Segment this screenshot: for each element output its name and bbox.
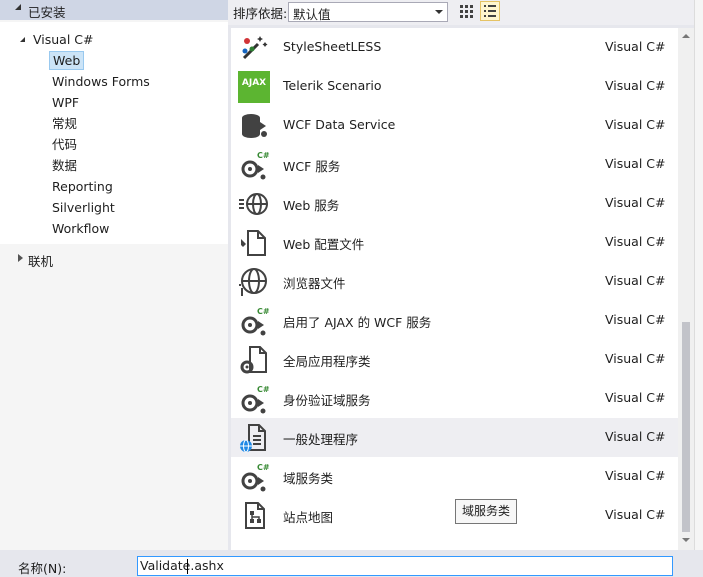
item-name: Web 服务 xyxy=(283,198,340,213)
item-language: Visual C# xyxy=(605,156,666,171)
data-service-icon xyxy=(242,114,267,138)
tree-item-reporting[interactable]: Reporting xyxy=(52,177,113,197)
svg-text:C#: C# xyxy=(257,385,270,394)
wcf-service-icon: C# xyxy=(241,151,270,180)
list-view-icon xyxy=(484,5,496,17)
item-name: 站点地图 xyxy=(283,510,334,525)
item-language: Visual C# xyxy=(605,351,666,366)
item-name: 全局应用程序类 xyxy=(283,354,371,369)
item-language: Visual C# xyxy=(605,39,666,54)
svg-text:AJAX: AJAX xyxy=(242,78,266,88)
collapse-arrow-icon[interactable] xyxy=(15,4,21,10)
svg-text:C#: C# xyxy=(257,307,270,316)
scroll-up-arrow-icon[interactable] xyxy=(682,34,690,38)
global-app-class-icon xyxy=(240,346,267,374)
item-name: WCF Data Service xyxy=(283,117,396,132)
list-item[interactable]: Web 服务 Visual C# xyxy=(231,184,678,223)
item-language: Visual C# xyxy=(605,429,666,444)
tree-item-windows-forms[interactable]: Windows Forms xyxy=(52,72,150,92)
expand-closed-arrow-icon[interactable] xyxy=(18,254,23,262)
tree-item-online[interactable]: 联机 xyxy=(0,247,228,271)
list-item[interactable]: Web 配置文件 Visual C# xyxy=(231,223,678,262)
name-input[interactable]: Validate.ashx xyxy=(137,556,673,576)
list-item[interactable]: C# 身份验证域服务 Visual C# xyxy=(231,379,678,418)
item-language: Visual C# xyxy=(605,234,666,249)
item-language: Visual C# xyxy=(605,273,666,288)
item-name: Web 配置文件 xyxy=(283,237,365,252)
dropdown-arrow-icon xyxy=(435,10,443,14)
svg-text:C#: C# xyxy=(257,463,270,472)
toolbar: 排序依据: 默认值 xyxy=(228,0,703,25)
template-list: StyleSheetLESS Visual C# AJAX Telerik Sc… xyxy=(231,28,678,550)
item-name: Telerik Scenario xyxy=(283,78,382,93)
item-name: 身份验证域服务 xyxy=(283,393,371,408)
list-item[interactable]: C# WCF 服务 Visual C# xyxy=(231,145,678,184)
auth-domain-service-icon: C# xyxy=(241,385,270,414)
list-item[interactable]: C# 启用了 AJAX 的 WCF 服务 Visual C# xyxy=(231,301,678,340)
generic-handler-icon xyxy=(240,424,266,453)
name-label: 名称(N): xyxy=(18,561,67,576)
item-language: Visual C# xyxy=(605,195,666,210)
item-name: 一般处理程序 xyxy=(283,432,359,447)
tree-item-web[interactable]: Web xyxy=(49,51,85,71)
tree-item-visual-csharp[interactable]: Visual C# xyxy=(33,30,94,50)
item-language: Visual C# xyxy=(605,390,666,405)
sort-select[interactable]: 默认值 xyxy=(288,2,448,22)
grid-view-icon xyxy=(460,5,473,18)
installed-header[interactable]: 已安装 xyxy=(0,0,228,20)
left-pane: 已安装 Visual C# Web Windows Forms WPF 常规 代… xyxy=(0,0,228,550)
item-language: Visual C# xyxy=(605,507,666,522)
ajax-icon: AJAX xyxy=(238,71,270,103)
item-name: WCF 服务 xyxy=(283,159,341,174)
tooltip: 域服务类 xyxy=(455,499,517,524)
tree-item-silverlight[interactable]: Silverlight xyxy=(52,198,115,218)
details-pane-edge xyxy=(694,0,703,550)
ajax-wcf-service-icon: C# xyxy=(241,307,270,336)
item-name: 浏览器文件 xyxy=(283,276,346,291)
scroll-thumb[interactable] xyxy=(682,322,690,532)
tree-item-wpf[interactable]: WPF xyxy=(52,93,79,113)
scroll-down-arrow-icon[interactable] xyxy=(682,538,690,542)
web-config-icon xyxy=(241,230,266,256)
text-caret xyxy=(187,559,188,574)
tree-item-workflow[interactable]: Workflow xyxy=(52,219,109,239)
list-item[interactable]: 全局应用程序类 Visual C# xyxy=(231,340,678,379)
browser-file-icon xyxy=(239,268,267,296)
list-item[interactable]: WCF Data Service Visual C# xyxy=(231,106,678,145)
stylesheet-less-icon xyxy=(242,36,268,60)
list-view-button[interactable] xyxy=(480,1,500,21)
installed-header-label: 已安装 xyxy=(28,5,66,20)
grid-view-button[interactable] xyxy=(457,1,476,21)
tree-item-data[interactable]: 数据 xyxy=(52,156,77,176)
item-language: Visual C# xyxy=(605,312,666,327)
sort-label: 排序依据: xyxy=(233,6,288,21)
name-input-value: Validate.ashx xyxy=(140,558,224,573)
list-item[interactable]: AJAX Telerik Scenario Visual C# xyxy=(231,67,678,106)
item-name: 启用了 AJAX 的 WCF 服务 xyxy=(283,315,432,330)
item-name: StyleSheetLESS xyxy=(283,39,382,54)
item-name: 域服务类 xyxy=(283,471,334,486)
template-tree: Visual C# Web Windows Forms WPF 常规 代码 数据… xyxy=(0,22,228,244)
item-language: Visual C# xyxy=(605,468,666,483)
item-language: Visual C# xyxy=(605,117,666,132)
expand-arrow-icon[interactable] xyxy=(20,37,25,42)
list-scrollbar[interactable] xyxy=(678,28,694,550)
tree-item-code[interactable]: 代码 xyxy=(52,135,77,155)
list-item[interactable]: C# 域服务类 Visual C# xyxy=(231,457,678,496)
web-service-icon xyxy=(239,193,268,215)
sitemap-icon xyxy=(245,502,265,529)
online-label: 联机 xyxy=(28,254,54,269)
svg-text:C#: C# xyxy=(257,151,270,160)
item-language: Visual C# xyxy=(605,78,666,93)
tree-item-general[interactable]: 常规 xyxy=(52,114,77,134)
list-item[interactable]: 一般处理程序 Visual C# xyxy=(231,418,678,457)
list-item[interactable]: 浏览器文件 Visual C# xyxy=(231,262,678,301)
list-item[interactable]: StyleSheetLESS Visual C# xyxy=(231,28,678,67)
domain-service-class-icon: C# xyxy=(241,463,270,492)
sort-select-value: 默认值 xyxy=(293,7,331,22)
